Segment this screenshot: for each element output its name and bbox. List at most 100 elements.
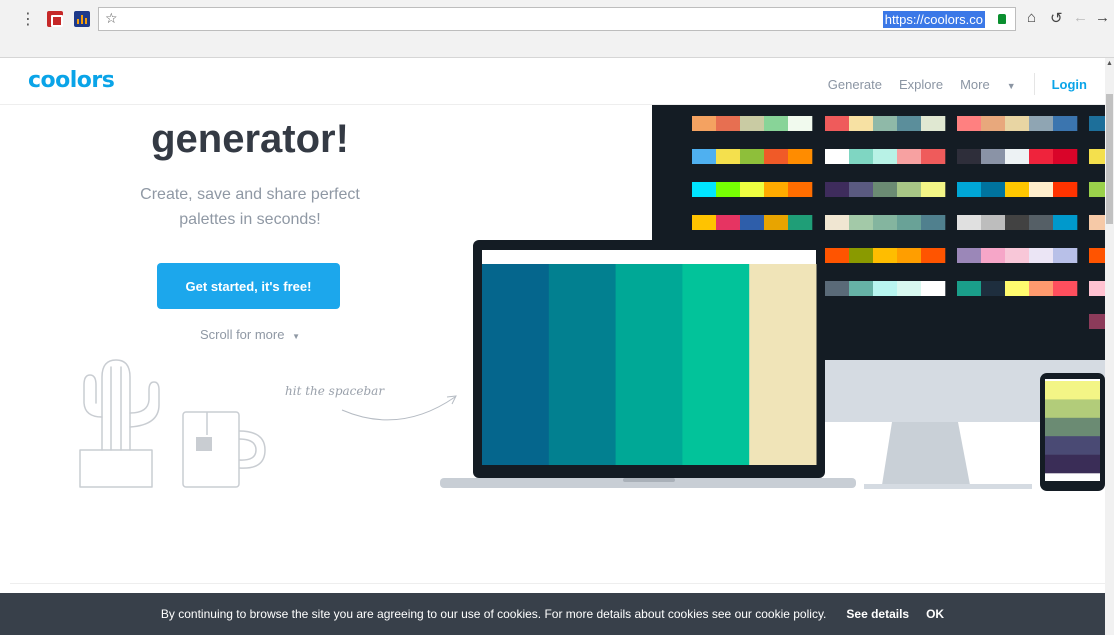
laptop-screen-header — [482, 250, 816, 264]
monitor-swatch — [897, 149, 922, 164]
scrollbar-thumb[interactable] — [1106, 94, 1113, 224]
scroll-for-more-label: Scroll for more — [199, 327, 285, 342]
monitor-swatch — [740, 116, 765, 131]
laptop-swatch — [548, 264, 617, 465]
more-vert-icon[interactable]: ⋮ — [20, 9, 36, 29]
scroll-up-icon[interactable]: ▲ — [1106, 60, 1113, 67]
scroll-for-more-link[interactable]: Scroll for more ▼ — [150, 327, 350, 342]
monitor-swatch — [1029, 182, 1054, 197]
monitor-swatch — [1005, 281, 1030, 296]
pdf-extension-icon[interactable] — [47, 11, 63, 27]
monitor-swatch — [981, 248, 1006, 263]
monitor-swatch — [873, 149, 898, 164]
monitor-swatch — [957, 281, 982, 296]
nav-more[interactable]: More ▼ — [960, 77, 1016, 92]
monitor-swatch — [788, 116, 813, 131]
bookmark-star-icon[interactable]: ☆ — [105, 10, 118, 27]
cactus-icon — [79, 359, 160, 488]
page-scrollbar[interactable]: ▲ — [1105, 58, 1114, 635]
monitor-swatch — [957, 248, 982, 263]
monitor-swatch — [692, 215, 717, 230]
monitor-swatch — [1089, 116, 1105, 131]
monitor-swatch — [1029, 215, 1054, 230]
monitor-swatch — [740, 182, 765, 197]
monitor-swatch — [1053, 281, 1078, 296]
monitor-swatch — [1005, 149, 1030, 164]
coolors-logo[interactable]: coolors — [28, 68, 115, 93]
monitor-swatch — [1089, 149, 1105, 164]
back-icon[interactable]: ← — [1073, 9, 1088, 26]
monitor-swatch — [1005, 116, 1030, 131]
url-text[interactable]: https://coolors.co — [882, 11, 985, 28]
address-bar[interactable]: ☆ https://coolors.co — [98, 7, 1016, 31]
monitor-swatch — [957, 149, 982, 164]
cookie-banner: By continuing to browse the site you are… — [0, 593, 1105, 635]
home-icon[interactable]: ⌂ — [1027, 9, 1036, 26]
tea-tag-icon — [196, 437, 212, 451]
monitor-swatch — [921, 149, 946, 164]
site-header: coolors Generate Explore More ▼ Login — [0, 58, 1105, 105]
nav-divider — [1033, 73, 1035, 95]
monitor-swatch — [873, 281, 898, 296]
chevron-down-icon: ▼ — [292, 332, 301, 341]
nav-more-label: More — [960, 76, 990, 92]
monitor-swatch — [692, 149, 717, 164]
monitor-swatch — [957, 215, 982, 230]
monitor-swatch — [1053, 149, 1078, 164]
monitor-swatch — [1089, 281, 1105, 296]
monitor-swatch — [1089, 314, 1105, 329]
monitor-swatch — [849, 149, 874, 164]
monitor-swatch — [981, 149, 1006, 164]
monitor-swatch — [764, 215, 789, 230]
monitor-swatch — [1053, 215, 1078, 230]
monitor-swatch — [873, 248, 898, 263]
chart-extension-icon[interactable] — [74, 11, 90, 27]
monitor-swatch — [849, 182, 874, 197]
monitor-swatch — [825, 215, 850, 230]
monitor-swatch — [825, 116, 850, 131]
laptop — [440, 240, 856, 488]
monitor-swatch — [788, 215, 813, 230]
nav-generate[interactable]: Generate — [828, 77, 882, 92]
monitor-swatch — [764, 182, 789, 197]
main-nav: Generate Explore More ▼ Login — [811, 73, 1087, 95]
monitor-swatch — [921, 182, 946, 197]
browser-toolbar: ⋮ ☆ https://coolors.co ⌂ ↺ ← → — [0, 0, 1114, 58]
laptop-swatch — [482, 264, 550, 465]
monitor-swatch — [1089, 182, 1105, 197]
hero-subtitle: Create, save and share perfect palettes … — [100, 182, 400, 232]
cookie-text: By continuing to browse the site you are… — [160, 607, 827, 621]
lock-icon[interactable] — [998, 14, 1006, 24]
monitor-swatch — [981, 116, 1006, 131]
monitor-swatch — [957, 182, 982, 197]
monitor-swatch — [1053, 116, 1078, 131]
monitor-swatch — [897, 182, 922, 197]
monitor-swatch — [825, 182, 850, 197]
doodle-illustration — [79, 359, 457, 488]
monitor-swatch — [1005, 215, 1030, 230]
section-divider — [10, 583, 1105, 584]
spacebar-hint: hit the spacebar — [285, 384, 385, 398]
monitor-swatch — [716, 182, 741, 197]
hero-subtitle-line-1: Create, save and share perfect — [140, 186, 360, 203]
see-details-link[interactable]: See details — [846, 607, 909, 621]
monitor-swatch — [1005, 182, 1030, 197]
monitor-swatch — [764, 149, 789, 164]
monitor-swatch — [1053, 182, 1078, 197]
monitor-swatch — [1029, 281, 1054, 296]
monitor-swatch — [740, 215, 765, 230]
chevron-down-icon: ▼ — [1006, 80, 1016, 91]
laptop-swatch — [682, 264, 750, 465]
reload-icon[interactable]: ↺ — [1050, 9, 1063, 27]
arrow-icon — [341, 396, 456, 421]
monitor-swatch — [740, 149, 765, 164]
nav-explore[interactable]: Explore — [899, 77, 943, 92]
login-link[interactable]: Login — [1052, 77, 1087, 92]
phone-swatch — [1045, 417, 1100, 437]
monitor-swatch — [897, 215, 922, 230]
cookie-ok-button[interactable]: OK — [926, 607, 944, 621]
forward-icon[interactable]: → — [1095, 9, 1110, 26]
get-started-button[interactable]: Get started, it's free! — [157, 263, 340, 309]
monitor-swatch — [1005, 248, 1030, 263]
laptop-swatch — [615, 264, 683, 465]
